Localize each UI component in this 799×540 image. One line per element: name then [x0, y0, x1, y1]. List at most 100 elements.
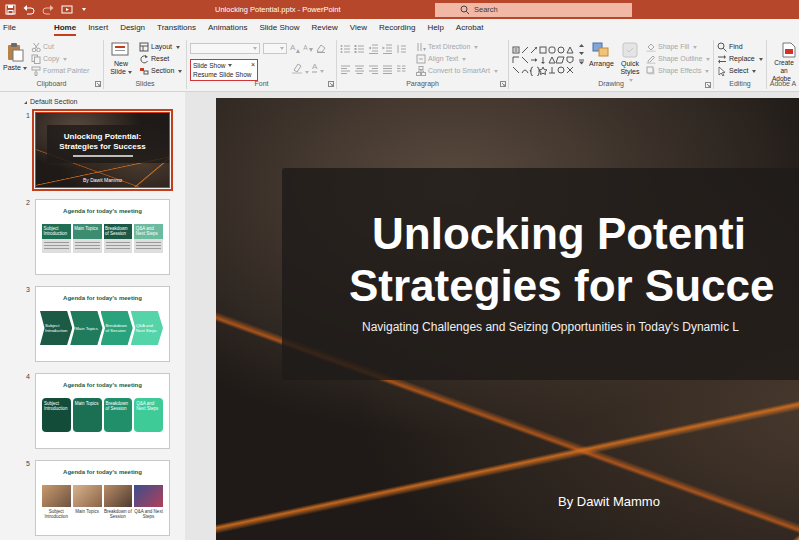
agenda-card: Q&A and Next Steps: [134, 398, 163, 432]
slide-canvas[interactable]: Unlocking PotentiStrategies for Succe Nav…: [216, 98, 799, 540]
ribbon-tab[interactable]: Help: [421, 19, 449, 37]
slide-thumbnail[interactable]: Agenda for today's meetingSubject Introd…: [35, 460, 170, 536]
search-input[interactable]: [474, 5, 594, 14]
slide-number: 5: [0, 460, 35, 536]
section-header[interactable]: Default Section: [0, 96, 185, 108]
decrease-indent-icon[interactable]: [368, 44, 378, 54]
agenda-chevron: Subject Introduction: [40, 311, 72, 345]
clipboard-commands: CutCopyFormat Painter: [31, 40, 89, 79]
increase-indent-icon[interactable]: [382, 44, 392, 54]
ribbon-button[interactable]: Find: [717, 41, 763, 53]
agenda-item: Breakdown of Session: [104, 485, 133, 519]
slide-author[interactable]: By Dawit Mammo: [216, 494, 799, 510]
numbering-icon[interactable]: [354, 44, 364, 54]
font-size-box[interactable]: [263, 43, 287, 54]
ribbon-button[interactable]: Cut: [31, 41, 89, 53]
ribbon-button[interactable]: Copy: [31, 53, 89, 65]
undo-icon: [23, 4, 35, 15]
align-center-icon[interactable]: [354, 64, 364, 74]
ribbon-button[interactable]: Replace: [717, 53, 763, 65]
slide-subtitle[interactable]: Navigating Challenges and Seizing Opport…: [282, 318, 799, 336]
ribbon-tab[interactable]: Animations: [202, 19, 254, 37]
arrange-button[interactable]: Arrange: [589, 40, 614, 80]
slide-pane: Default Section 1Unlocking Potential:Stra…: [0, 92, 185, 540]
ribbon-tab[interactable]: View: [344, 19, 373, 37]
grow-font-button[interactable]: A: [290, 43, 300, 53]
ribbon-button[interactable]: Shape Fill: [646, 41, 710, 53]
popup-item[interactable]: Resume Slide Show: [193, 70, 255, 79]
ribbon-button[interactable]: Shape Outline: [646, 53, 710, 65]
align-left-icon[interactable]: [340, 64, 350, 74]
slide-number: 1: [0, 112, 35, 188]
agenda-box-header: Breakdown of Session: [104, 224, 133, 239]
ribbon-tab[interactable]: Recording: [373, 19, 421, 37]
create-adobe-pdf-button[interactable]: Create anAdobe: [770, 40, 796, 80]
agenda-box-header: Q&A and Next Steps: [134, 224, 163, 239]
highlight-button[interactable]: [292, 62, 309, 74]
ribbon-button[interactable]: Align Text: [416, 53, 502, 65]
ribbon-button[interactable]: Section: [139, 65, 182, 77]
slide-thumbnail[interactable]: Unlocking Potential:Strategies for Succe…: [35, 112, 170, 188]
ribbon-tab[interactable]: Acrobat: [450, 19, 490, 37]
ribbon-tab[interactable]: Home: [48, 19, 82, 37]
ribbon-button[interactable]: Format Painter: [31, 65, 89, 77]
text-line: [136, 248, 161, 249]
ribbon-tab[interactable]: Slide Show: [253, 19, 305, 37]
agenda-item: Q&A and Next Steps: [134, 485, 163, 519]
ribbon-tab[interactable]: Transitions: [151, 19, 202, 37]
slide-thumbnail[interactable]: Agenda for today's meetingSubject Introd…: [35, 199, 170, 275]
arrange-icon: [592, 42, 610, 58]
paste-icon: [6, 42, 24, 62]
group-label: Slides: [135, 80, 154, 88]
smartart-icon: [416, 66, 426, 76]
ribbon-tab[interactable]: Review: [305, 19, 343, 37]
search-box[interactable]: [435, 3, 632, 17]
quick-styles-button[interactable]: Quick Styles: [618, 40, 642, 80]
ribbon-button[interactable]: Shape Effects: [646, 65, 710, 77]
line-spacing-icon[interactable]: [396, 44, 406, 54]
font-name-box[interactable]: [190, 43, 260, 54]
shape-fill-icon: [646, 42, 656, 52]
button-label: Shape Outline: [658, 55, 702, 63]
button-label: A: [303, 44, 307, 52]
agenda-box-body: [73, 239, 102, 253]
ribbon-button[interactable]: Reset: [139, 53, 182, 65]
slide-title[interactable]: Unlocking Potenti: [282, 208, 799, 260]
shrink-font-button[interactable]: A: [303, 44, 312, 52]
slide-show-popup[interactable]: Slide Show×Resume Slide Show: [190, 59, 258, 81]
columns-icon[interactable]: [396, 64, 406, 74]
group-label: Editing: [729, 80, 750, 88]
thumbnail-title: Strategies for Success: [59, 142, 145, 152]
agenda-label: Q&A and Next Steps: [134, 509, 163, 519]
section-icon: [139, 66, 149, 76]
agenda-label: Subject Introduction: [44, 226, 68, 236]
align-right-icon[interactable]: [368, 64, 378, 74]
ribbon-button[interactable]: Text Direction: [416, 41, 502, 53]
text-line: [44, 242, 69, 243]
slide-thumbnail[interactable]: Agenda for today's meetingSubject Introd…: [35, 373, 170, 449]
ribbon-button[interactable]: Layout: [139, 41, 182, 53]
close-button[interactable]: ×: [251, 61, 255, 69]
bullets-icon[interactable]: [340, 44, 350, 54]
slide-title[interactable]: Strategies for Succe: [282, 260, 799, 312]
dialog-launcher-icon: [328, 81, 334, 87]
expand-triangle-icon: [24, 101, 27, 104]
ribbon-tab[interactable]: File: [0, 19, 22, 37]
shapes-gallery-icon[interactable]: [512, 40, 574, 80]
ribbon-button[interactable]: Select: [717, 65, 763, 77]
button-caption: Paste: [3, 64, 27, 72]
button-label: Replace: [729, 55, 755, 63]
ribbon-button[interactable]: Convert to SmartArt: [416, 65, 502, 77]
slide-thumbnail[interactable]: Agenda for today's meetingSubject Introd…: [35, 286, 170, 362]
font-color-button[interactable]: A: [312, 63, 324, 73]
agenda-row: Subject IntroductionMain TopicsBreakdown…: [36, 398, 169, 432]
thumbnail-row: 5Agenda for today's meetingSubject Intro…: [0, 460, 185, 536]
new-slide-button[interactable]: New Slide: [107, 40, 135, 79]
ribbon-tab[interactable]: Insert: [82, 19, 114, 37]
paragraph-formatting: [340, 40, 412, 79]
paste-button[interactable]: Paste: [3, 40, 27, 79]
format-painter-icon: [31, 66, 41, 76]
ribbon-tab[interactable]: Design: [114, 19, 151, 37]
justify-icon[interactable]: [382, 64, 392, 74]
powerpoint-window: Unlocking Potential.pptx - PowerPoint Fi…: [0, 0, 799, 540]
